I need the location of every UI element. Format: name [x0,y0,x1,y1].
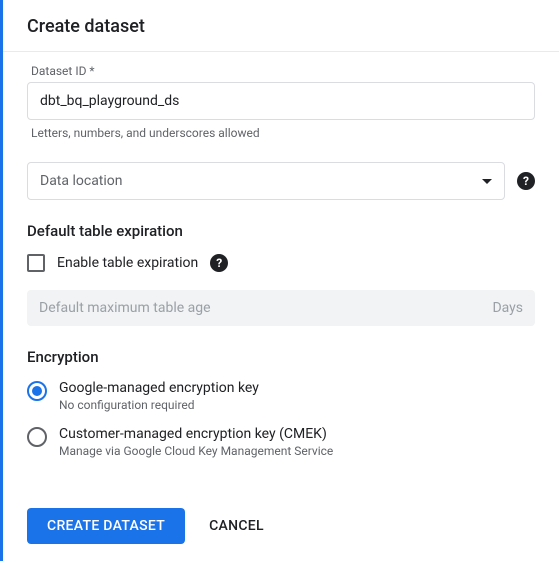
radio-helper: No configuration required [59,398,535,412]
data-location-group: Data location ? [27,162,535,200]
dataset-id-group: Dataset ID * Letters, numbers, and under… [27,64,535,140]
expiration-section: Default table expiration Enable table ex… [27,222,535,326]
dataset-id-input[interactable] [27,82,535,120]
create-dataset-button[interactable]: CREATE DATASET [27,508,185,544]
enable-expiration-row[interactable]: Enable table expiration ? [27,254,535,272]
encryption-section: Encryption Google-managed encryption key… [27,348,535,458]
chevron-down-icon [482,179,492,184]
data-location-select[interactable]: Data location [27,162,505,200]
expiration-title: Default table expiration [27,222,535,240]
data-location-placeholder: Data location [40,173,123,189]
radio-button[interactable] [27,427,47,447]
enable-expiration-label: Enable table expiration [57,255,198,271]
cancel-button[interactable]: CANCEL [209,518,264,534]
max-table-age-input: Default maximum table age Days [27,290,535,326]
max-table-age-unit: Days [492,300,523,316]
action-buttons: CREATE DATASET CANCEL [27,508,535,544]
panel-header: Create dataset [3,0,559,52]
panel-content: Dataset ID * Letters, numbers, and under… [3,52,559,568]
max-table-age-placeholder: Default maximum table age [39,300,211,316]
radio-label: Customer-managed encryption key (CMEK) [59,426,535,442]
dataset-id-label: Dataset ID * [27,64,535,78]
encryption-title: Encryption [27,348,535,366]
dataset-id-helper: Letters, numbers, and underscores allowe… [27,126,535,140]
help-icon[interactable]: ? [517,172,535,190]
encryption-option-google[interactable]: Google-managed encryption key No configu… [27,380,535,412]
radio-button[interactable] [27,381,47,401]
panel-title: Create dataset [27,16,535,37]
help-icon[interactable]: ? [210,254,228,272]
encryption-option-cmek[interactable]: Customer-managed encryption key (CMEK) M… [27,426,535,458]
enable-expiration-checkbox[interactable] [27,254,45,272]
create-dataset-panel: Create dataset Dataset ID * Letters, num… [3,0,559,568]
radio-label: Google-managed encryption key [59,380,535,396]
radio-helper: Manage via Google Cloud Key Management S… [59,444,535,458]
